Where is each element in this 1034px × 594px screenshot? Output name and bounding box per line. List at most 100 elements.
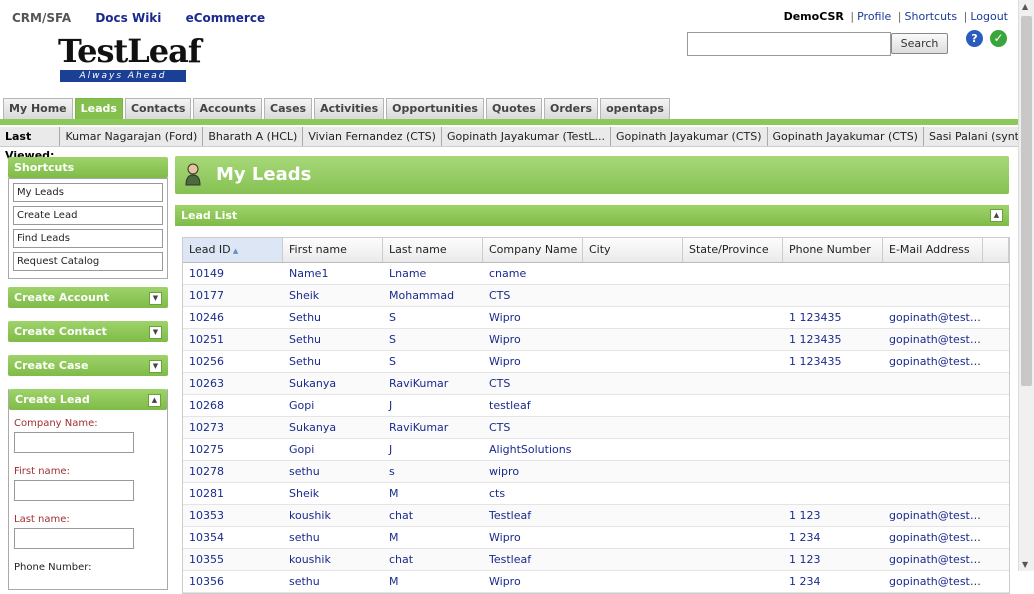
cell-lead-id[interactable]: 10356 bbox=[183, 571, 283, 592]
scroll-thumb[interactable] bbox=[1021, 16, 1032, 386]
shortcut-request-catalog[interactable]: Request Catalog bbox=[13, 252, 163, 271]
tab-accounts[interactable]: Accounts bbox=[193, 98, 263, 119]
table-row[interactable]: 10355 koushik chat Testleaf 1 123 gopinath@te… bbox=[183, 549, 1009, 571]
docs-wiki-link[interactable]: Docs Wiki bbox=[95, 11, 161, 25]
expand-icon[interactable]: ▼ bbox=[149, 292, 162, 305]
tab-activities[interactable]: Activities bbox=[314, 98, 385, 119]
cell-lead-id[interactable]: 10278 bbox=[183, 461, 283, 482]
crm-sfa-link[interactable]: CRM/SFA bbox=[12, 11, 71, 25]
scroll-down-icon[interactable]: ▼ bbox=[1022, 560, 1028, 569]
first-name-label: First name: bbox=[14, 466, 70, 477]
table-row[interactable]: 10278 sethu s wipro bbox=[183, 461, 1009, 483]
last-viewed-item[interactable]: Gopinath Jayakumar (TestL... bbox=[440, 127, 610, 146]
expand-icon[interactable]: ▼ bbox=[149, 360, 162, 373]
last-viewed-item[interactable]: Vivian Fernandez (CTS) bbox=[302, 127, 441, 146]
cell-first-name: Sheik bbox=[289, 487, 320, 500]
collapse-icon[interactable]: ▲ bbox=[148, 394, 161, 407]
cell-lead-id[interactable]: 10149 bbox=[183, 263, 283, 284]
cell-state-province bbox=[683, 395, 783, 416]
tab-cases[interactable]: Cases bbox=[264, 98, 313, 119]
cell-last-name: J bbox=[389, 399, 393, 412]
first-name-field[interactable] bbox=[14, 480, 134, 501]
last-viewed-item[interactable]: Gopinath Jayakumar (CTS) bbox=[766, 127, 923, 146]
cell-lead-id[interactable]: 10275 bbox=[183, 439, 283, 460]
shortcut-my-leads[interactable]: My Leads bbox=[13, 183, 163, 202]
page-header: My Leads bbox=[175, 156, 1009, 194]
table-row[interactable]: 10275 Gopi J AlightSolutions bbox=[183, 439, 1009, 461]
table-row[interactable]: 10281 Sheik Mcts bbox=[183, 483, 1009, 505]
company-name-field[interactable] bbox=[14, 432, 134, 453]
shortcuts-link[interactable]: Shortcuts bbox=[905, 10, 958, 23]
cell-phone-number bbox=[783, 285, 883, 306]
column-header-lead-id[interactable]: Lead ID ▲ bbox=[183, 238, 283, 262]
table-row[interactable]: 10354 sethu M Wipro 1 234 gopinath@testl... bbox=[183, 527, 1009, 549]
cell-company-name: Wipro bbox=[489, 333, 521, 346]
column-header-state-province[interactable]: State/Province bbox=[683, 238, 783, 262]
cell-e-mail-address bbox=[883, 373, 983, 394]
table-row[interactable]: 10356 sethu M Wipro 1 234 gopinath@testl... bbox=[183, 571, 1009, 593]
cell-lead-id[interactable]: 10177 bbox=[183, 285, 283, 306]
cell-city bbox=[583, 373, 683, 394]
tab-my-home[interactable]: My Home bbox=[3, 98, 73, 119]
cell-lead-id[interactable]: 10355 bbox=[183, 549, 283, 570]
last-viewed-item[interactable]: Bharath A (HCL) bbox=[202, 127, 302, 146]
table-row[interactable]: 10268 Gopi Jtestleaf bbox=[183, 395, 1009, 417]
tab-leads[interactable]: Leads bbox=[74, 98, 123, 119]
cell-lead-id[interactable]: 10273 bbox=[183, 417, 283, 438]
help-icon[interactable]: ? bbox=[966, 30, 983, 47]
check-icon[interactable]: ✓ bbox=[990, 30, 1007, 47]
table-row[interactable]: 10149 Name1 Lname cname bbox=[183, 263, 1009, 285]
column-header-last-name[interactable]: Last name bbox=[383, 238, 483, 262]
cell-lead-id[interactable]: 10354 bbox=[183, 527, 283, 548]
shortcut-find-leads[interactable]: Find Leads bbox=[13, 229, 163, 248]
tab-contacts[interactable]: Contacts bbox=[124, 98, 192, 119]
create-lead-header[interactable]: Create Lead ▲ bbox=[9, 389, 167, 410]
create-contact-header[interactable]: Create Contact ▼ bbox=[8, 321, 168, 342]
last-name-field[interactable] bbox=[14, 528, 134, 549]
tab-opentaps[interactable]: opentaps bbox=[600, 98, 670, 119]
table-row[interactable]: 10246 Sethu S Wipro 1 123435 gopinath@testl..… bbox=[183, 307, 1009, 329]
cell-lead-id[interactable]: 10256 bbox=[183, 351, 283, 372]
cell-first-name: Name1 bbox=[289, 267, 329, 280]
column-header-first-name[interactable]: First name bbox=[283, 238, 383, 262]
column-header-city[interactable]: City bbox=[583, 238, 683, 262]
last-viewed-bar: Last Viewed: Kumar Nagarajan (Ford) Bhara… bbox=[0, 127, 1033, 162]
cell-company-name: Testleaf bbox=[489, 553, 532, 566]
table-row[interactable]: 10263 Sukanya RaviKumar CTS bbox=[183, 373, 1009, 395]
search-button[interactable]: Search bbox=[891, 33, 948, 54]
cell-lead-id[interactable]: 10268 bbox=[183, 395, 283, 416]
search-input[interactable] bbox=[687, 32, 891, 56]
logout-link[interactable]: Logout bbox=[970, 10, 1008, 23]
column-header-e-mail-address[interactable]: E-Mail Address bbox=[883, 238, 983, 262]
cell-lead-id[interactable]: 10251 bbox=[183, 329, 283, 350]
column-header-company-name[interactable]: Company Name bbox=[483, 238, 583, 262]
profile-link[interactable]: Profile bbox=[857, 10, 891, 23]
collapse-icon[interactable]: ▲ bbox=[990, 209, 1003, 222]
cell-state-province bbox=[683, 527, 783, 548]
table-row[interactable]: 10353 koushik chat Testleaf 1 123 gopinath@te… bbox=[183, 505, 1009, 527]
cell-lead-id[interactable]: 10281 bbox=[183, 483, 283, 504]
page-scrollbar[interactable]: ▲ ▼ bbox=[1018, 0, 1034, 571]
tab-quotes[interactable]: Quotes bbox=[485, 98, 542, 119]
cell-lead-id[interactable]: 10246 bbox=[183, 307, 283, 328]
table-row[interactable]: 10273 Sukanya RaviKumar CTS bbox=[183, 417, 1009, 439]
table-row[interactable]: 10177 Sheik Mohammad CTS bbox=[183, 285, 1009, 307]
create-account-header[interactable]: Create Account ▼ bbox=[8, 287, 168, 308]
testleaf-logo[interactable]: TestLeaf Always Ahead bbox=[58, 34, 202, 84]
cell-phone-number bbox=[783, 395, 883, 416]
table-row[interactable]: 10251 Sethu S Wipro 1 123435 gopinath@testl..… bbox=[183, 329, 1009, 351]
cell-first-name: koushik bbox=[289, 509, 331, 522]
expand-icon[interactable]: ▼ bbox=[149, 326, 162, 339]
last-viewed-item[interactable]: Kumar Nagarajan (Ford) bbox=[59, 127, 202, 146]
ecommerce-link[interactable]: eCommerce bbox=[186, 11, 266, 25]
cell-lead-id[interactable]: 10263 bbox=[183, 373, 283, 394]
scroll-up-icon[interactable]: ▲ bbox=[1022, 2, 1028, 11]
last-viewed-item[interactable]: Gopinath Jayakumar (CTS) bbox=[610, 127, 766, 146]
tab-opportunities[interactable]: Opportunities bbox=[386, 98, 484, 119]
column-header-phone-number[interactable]: Phone Number bbox=[783, 238, 883, 262]
cell-lead-id[interactable]: 10353 bbox=[183, 505, 283, 526]
shortcut-create-lead[interactable]: Create Lead bbox=[13, 206, 163, 225]
create-case-header[interactable]: Create Case ▼ bbox=[8, 355, 168, 376]
tab-orders[interactable]: Orders bbox=[543, 98, 599, 119]
table-row[interactable]: 10256 Sethu S Wipro 1 123435 gopinath@testl..… bbox=[183, 351, 1009, 373]
